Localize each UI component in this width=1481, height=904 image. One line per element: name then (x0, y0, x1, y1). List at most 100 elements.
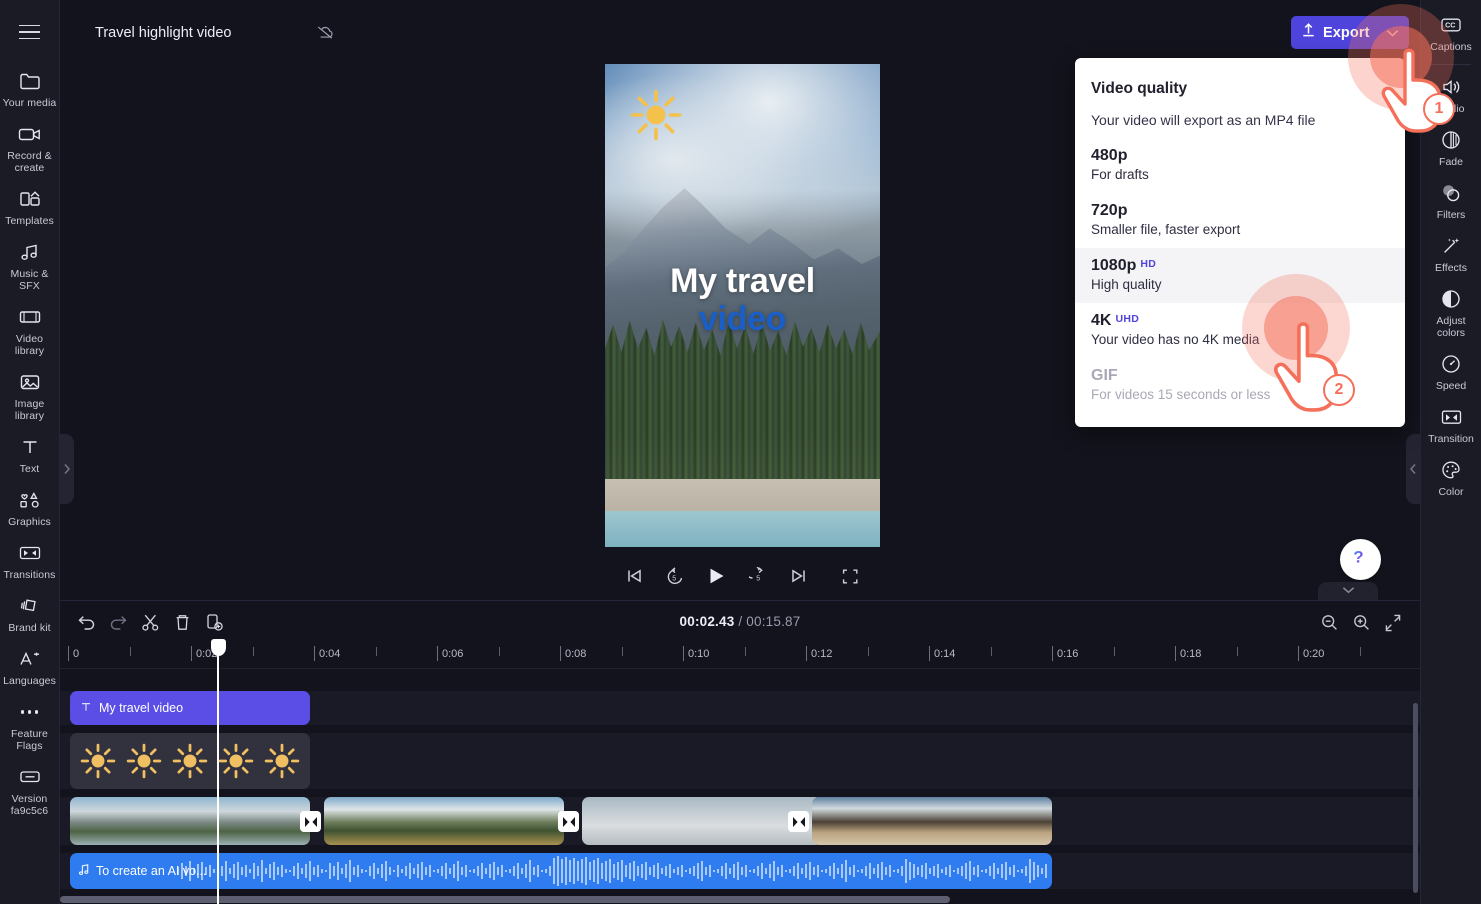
right-item-fade[interactable]: Fade (1421, 121, 1481, 174)
right-item-label: Color (1438, 486, 1464, 498)
right-item-filters[interactable]: Filters (1421, 174, 1481, 227)
magic-wand-icon (1438, 234, 1464, 258)
right-item-speed[interactable]: Speed (1421, 345, 1481, 398)
ruler-label: 0:06 (442, 648, 464, 660)
sidebar-item-record-create[interactable]: Record & create (0, 115, 60, 180)
sun-sticker (126, 743, 162, 779)
quality-option-480p[interactable]: 480p For drafts (1075, 138, 1405, 193)
image-icon (17, 370, 43, 394)
sidebar-item-version[interactable]: Version fa9c5c6 (0, 758, 60, 823)
clip-text[interactable]: My travel video (70, 691, 310, 725)
timeline-vertical-scrollbar[interactable] (1413, 703, 1418, 893)
right-item-label: Filters (1436, 209, 1466, 221)
skip-back-icon[interactable] (622, 563, 648, 589)
folder-icon (17, 69, 43, 93)
right-item-effects[interactable]: Effects (1421, 227, 1481, 280)
hamburger-menu-icon[interactable] (13, 18, 47, 46)
track-audio: To create an AI vo... (60, 853, 1420, 889)
right-item-label: Captions (1430, 41, 1472, 53)
sidebar-item-video-library[interactable]: Video library (0, 298, 60, 363)
sidebar-label: Templates (5, 215, 54, 227)
play-icon[interactable] (702, 561, 732, 591)
right-item-adjust-colors[interactable]: Adjust colors (1421, 280, 1481, 345)
timeline-playhead[interactable] (210, 639, 226, 904)
track-video (60, 797, 1420, 845)
magnifier-plus-icon[interactable] (1348, 610, 1374, 635)
transition-badge[interactable] (300, 811, 321, 832)
sidebar-label: Feature Flags (11, 728, 48, 752)
version-box-icon (17, 765, 43, 789)
sidebar-item-transitions[interactable]: Transitions (0, 534, 60, 587)
closed-captions-icon: CC (1438, 13, 1464, 37)
sun-sticker (264, 743, 300, 779)
right-item-color[interactable]: Color (1421, 451, 1481, 504)
skip-forward-icon[interactable] (786, 563, 812, 589)
clip-video-4[interactable] (812, 797, 1052, 845)
clipchamp-video-editor: Your media Record & create Templates Mus… (0, 0, 1481, 904)
svg-text:?: ? (1353, 547, 1363, 566)
time-separator: / (734, 614, 747, 629)
forward-5-icon[interactable]: 5 (746, 563, 772, 589)
video-preview[interactable]: My travel video (605, 64, 880, 547)
help-button[interactable]: ? (1340, 539, 1381, 580)
sidebar-item-brand-kit[interactable]: Brand kit (0, 587, 60, 640)
quality-option-1080p[interactable]: 1080p HD High quality (1075, 248, 1405, 303)
sidebar-item-music-sfx[interactable]: Music & SFX (0, 233, 60, 298)
quality-name: 720p (1091, 202, 1128, 219)
export-dropdown-chevron[interactable] (1386, 24, 1399, 42)
right-item-captions[interactable]: CC Captions (1421, 6, 1481, 59)
clip-graphics[interactable] (70, 733, 310, 789)
right-item-audio[interactable]: Audio (1421, 68, 1481, 121)
ruler-label: 0:04 (319, 648, 341, 660)
playhead-handle[interactable] (210, 639, 226, 656)
collapse-right-panel-handle[interactable] (1406, 434, 1420, 504)
sun-sticker (172, 743, 208, 779)
clip-video-3[interactable] (582, 797, 822, 845)
svg-text:CC: CC (1445, 21, 1455, 30)
transition-badge[interactable] (558, 811, 579, 832)
quality-name: 4K (1091, 312, 1112, 329)
clip-video-1[interactable] (70, 797, 310, 845)
clip-video-2[interactable] (324, 797, 564, 845)
quality-option-720p[interactable]: 720p Smaller file, faster export (1075, 193, 1405, 248)
quality-badge-hd: HD (1140, 258, 1157, 270)
sidebar-item-text[interactable]: Text (0, 428, 60, 481)
fit-arrows-icon[interactable] (1380, 610, 1406, 635)
sidebar-item-graphics[interactable]: Graphics (0, 481, 60, 534)
sidebar-label: Video library (14, 333, 45, 357)
templates-icon (17, 187, 43, 211)
sidebar-label: Record & create (7, 150, 52, 174)
track-text: My travel video (60, 691, 1420, 725)
quality-name: 1080p (1091, 257, 1137, 274)
ruler-label: 0:16 (1057, 648, 1079, 660)
palette-icon (1438, 458, 1464, 482)
rewind-5-icon[interactable]: 5 (662, 563, 688, 589)
shapes-icon (17, 488, 43, 512)
left-sidebar: Your media Record & create Templates Mus… (0, 0, 60, 904)
expand-left-panel-handle[interactable] (60, 434, 74, 504)
cloud-off-icon[interactable] (310, 18, 340, 47)
sidebar-item-templates[interactable]: Templates (0, 180, 60, 233)
transition-icon (17, 541, 43, 565)
export-button[interactable]: Export (1291, 16, 1409, 49)
timeline-ruler[interactable]: 0 0:02 0:04 0:06 0:08 0:10 0:12 0:14 0:1… (60, 643, 1420, 669)
sidebar-item-languages[interactable]: Languages (0, 640, 60, 693)
right-item-label: Adjust colors (1436, 315, 1466, 339)
magnifier-minus-icon[interactable] (1316, 610, 1342, 635)
sidebar-item-feature-flags[interactable]: Feature Flags (0, 693, 60, 758)
fullscreen-icon[interactable] (838, 563, 864, 589)
right-item-transition[interactable]: Transition (1421, 398, 1481, 451)
sidebar-item-image-library[interactable]: Image library (0, 363, 60, 428)
sidebar-label: Your media (2, 97, 57, 109)
question-mark-icon: ? (1351, 546, 1370, 573)
sidebar-item-your-media[interactable]: Your media (0, 62, 60, 115)
sun-sticker (627, 86, 685, 144)
project-title-input[interactable]: Travel highlight video (82, 17, 244, 48)
transition-badge[interactable] (788, 811, 809, 832)
quality-option-4k[interactable]: 4K UHD Your video has no 4K media (1075, 303, 1405, 358)
timeline-horizontal-scrollbar[interactable] (60, 896, 950, 903)
svg-text:5: 5 (672, 575, 676, 582)
timeline-tracks: My travel video To create an AI vo... (60, 669, 1420, 904)
clip-text-label: My travel video (99, 701, 184, 715)
ruler-label: 0:10 (688, 648, 710, 660)
